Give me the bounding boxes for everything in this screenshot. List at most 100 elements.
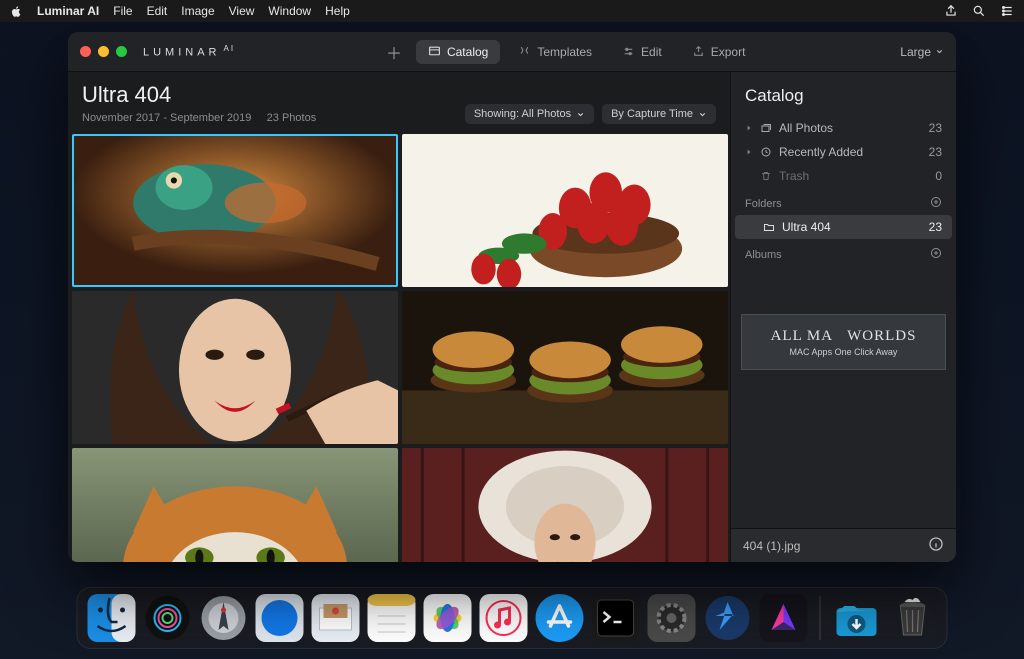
wordmark-text: LUMINAR [143, 47, 221, 59]
main-header: Ultra 404 November 2017 - September 2019… [68, 72, 730, 132]
trash-icon [760, 170, 772, 182]
dock-app-system-preferences[interactable] [648, 594, 696, 642]
dock-trash[interactable] [889, 594, 937, 642]
sidebar-item-label: All Photos [779, 121, 833, 135]
stack-icon [760, 122, 772, 134]
watermark-line1: ALL MA WORLDS [771, 328, 917, 345]
dock-app-mail[interactable] [312, 594, 360, 642]
zoom-window-button[interactable] [116, 46, 127, 57]
dock-app-luminar[interactable] [760, 594, 808, 642]
sidebar-item-label: Recently Added [779, 145, 863, 159]
chevron-down-icon [935, 47, 944, 56]
plus-circle-icon [930, 247, 942, 259]
disclosure-triangle-icon [745, 122, 753, 134]
filter-showing-label: Showing: All Photos [474, 108, 571, 120]
watermark-line2: MAC Apps One Click Away [790, 347, 898, 357]
thumbnail-woman-fur-hat[interactable] [402, 448, 728, 562]
share-icon[interactable] [944, 4, 958, 18]
sidebar-item-recently-added[interactable]: Recently Added 23 [735, 140, 952, 164]
dock-app-launchpad[interactable] [200, 594, 248, 642]
sidebar-item-count: 0 [935, 169, 942, 183]
tab-edit-label: Edit [641, 45, 662, 59]
add-button[interactable]: ＋ [378, 36, 410, 68]
sidebar-item-all-photos[interactable]: All Photos 23 [735, 116, 952, 140]
thumbnail-woman-lipstick[interactable] [72, 291, 398, 444]
top-nav: ＋ Catalog Templates Edit Export [378, 36, 757, 68]
dock-app-appstore[interactable] [536, 594, 584, 642]
collection-photo-count: 23 Photos [267, 112, 317, 124]
collection-subtitle: November 2017 - September 2019 23 Photos [82, 112, 316, 124]
menubar-item-help[interactable]: Help [325, 4, 350, 18]
tab-edit[interactable]: Edit [610, 40, 674, 64]
thumbnail-cat[interactable] [72, 448, 398, 562]
tab-templates[interactable]: Templates [506, 40, 604, 64]
minimize-window-button[interactable] [98, 46, 109, 57]
menubar-item-edit[interactable]: Edit [147, 4, 168, 18]
thumbnail-chameleon[interactable] [72, 134, 398, 287]
thumbnail-strawberries[interactable] [402, 134, 728, 287]
macos-dock [77, 587, 948, 649]
info-circle-icon [928, 536, 944, 552]
catalog-sidebar: Catalog All Photos 23 Recently Added 23 [730, 72, 956, 562]
sidebar-item-label: Trash [779, 169, 809, 183]
dock-app-terminal[interactable] [592, 594, 640, 642]
selected-filename-bar: 404 (1).jpg [731, 528, 956, 562]
dock-app-extra[interactable] [704, 594, 752, 642]
plus-circle-icon [930, 196, 942, 208]
dock-app-notes[interactable] [368, 594, 416, 642]
thumbnail-burgers[interactable] [402, 291, 728, 444]
dock-app-photos[interactable] [424, 594, 472, 642]
sort-label: By Capture Time [611, 108, 693, 120]
catalog-icon [428, 45, 441, 58]
chevron-down-icon [698, 110, 707, 119]
menubar-item-window[interactable]: Window [268, 4, 311, 18]
spotlight-search-icon[interactable] [972, 4, 986, 18]
menubar-app-name[interactable]: Luminar AI [37, 4, 99, 18]
info-button[interactable] [928, 536, 944, 555]
wordmark-sup: AI [224, 44, 236, 53]
sidebar-section-folders: Folders [735, 188, 952, 215]
export-icon [692, 45, 705, 58]
filter-showing-dropdown[interactable]: Showing: All Photos [465, 104, 594, 124]
control-center-icon[interactable] [1000, 4, 1014, 18]
tab-export-label: Export [711, 45, 746, 59]
sidebar-section-label: Albums [745, 249, 782, 261]
sidebar-title: Catalog [731, 72, 956, 116]
templates-icon [518, 45, 531, 58]
clock-icon [760, 146, 772, 158]
add-folder-button[interactable] [930, 196, 942, 211]
main-panel: Ultra 404 November 2017 - September 2019… [68, 72, 730, 562]
collection-date-range: November 2017 - September 2019 [82, 112, 251, 124]
dock-app-finder[interactable] [88, 594, 136, 642]
chevron-down-icon [576, 110, 585, 119]
sort-dropdown[interactable]: By Capture Time [602, 104, 716, 124]
collection-title: Ultra 404 [82, 82, 316, 108]
sidebar-item-label: Ultra 404 [782, 220, 831, 234]
thumbnail-size-label: Large [900, 45, 931, 59]
thumbnail-size-selector[interactable]: Large [900, 45, 944, 59]
menubar-item-image[interactable]: Image [181, 4, 214, 18]
sidebar-folder-ultra-404[interactable]: Ultra 404 23 [735, 215, 952, 239]
close-window-button[interactable] [80, 46, 91, 57]
edit-sliders-icon [622, 45, 635, 58]
window-titlebar[interactable]: LUMINARAI ＋ Catalog Templates Edit Expor… [68, 32, 956, 72]
apple-logo-icon[interactable] [10, 5, 23, 18]
add-album-button[interactable] [930, 247, 942, 262]
dock-app-safari[interactable] [256, 594, 304, 642]
sidebar-item-count: 23 [929, 121, 942, 135]
dock-downloads-folder[interactable] [833, 594, 881, 642]
dock-app-music[interactable] [480, 594, 528, 642]
tab-catalog-label: Catalog [447, 45, 488, 59]
tab-export[interactable]: Export [680, 40, 758, 64]
sidebar-section-albums: Albums [735, 239, 952, 266]
sidebar-item-count: 23 [929, 145, 942, 159]
watermark-banner: ALL MA WORLDS MAC Apps One Click Away [741, 314, 946, 370]
luminar-window: LUMINARAI ＋ Catalog Templates Edit Expor… [68, 32, 956, 562]
menubar-item-file[interactable]: File [113, 4, 132, 18]
app-wordmark: LUMINARAI [143, 44, 235, 59]
sidebar-item-trash[interactable]: Trash 0 [735, 164, 952, 188]
dock-app-siri[interactable] [144, 594, 192, 642]
macos-menubar: Luminar AI File Edit Image View Window H… [0, 0, 1024, 22]
menubar-item-view[interactable]: View [229, 4, 255, 18]
tab-catalog[interactable]: Catalog [416, 40, 500, 64]
